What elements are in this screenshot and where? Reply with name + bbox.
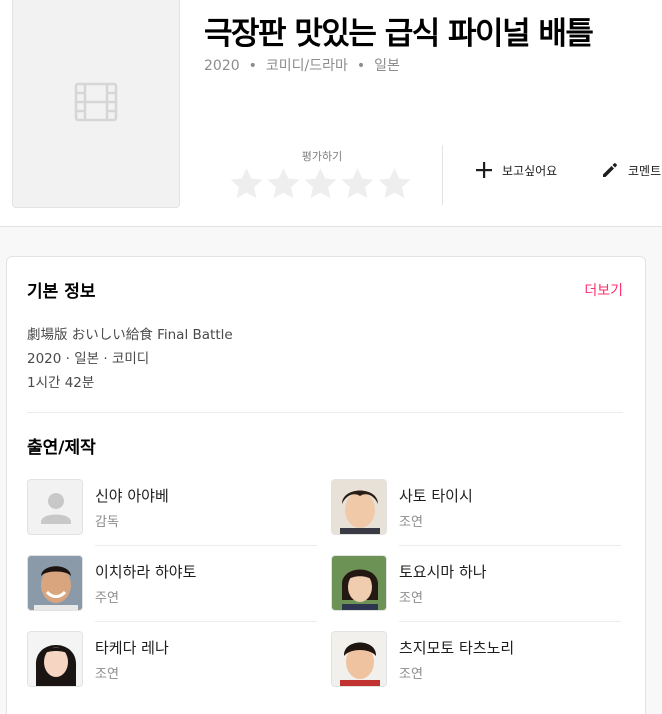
cast-name: 사토 타이시 xyxy=(399,487,473,505)
row-divider xyxy=(95,621,317,622)
movie-header: 극장판 맛있는 급식 파이널 배틀 2020 • 코미디/드라마 • 일본 평가하기 보… xyxy=(0,0,662,227)
avatar xyxy=(27,555,83,611)
cast-name: 토요시마 하나 xyxy=(399,563,487,581)
meta-dot: • xyxy=(248,58,257,74)
avatar xyxy=(27,479,83,535)
more-link[interactable]: 더보기 xyxy=(584,280,623,300)
plus-icon xyxy=(476,162,492,178)
pencil-icon xyxy=(603,163,617,177)
avatar xyxy=(27,631,83,687)
cast-name: 타케다 레나 xyxy=(95,639,169,657)
man-photo xyxy=(28,556,82,610)
person-placeholder-icon xyxy=(41,493,71,524)
star-icon[interactable] xyxy=(376,164,413,204)
row-divider xyxy=(399,621,621,622)
boy-photo xyxy=(332,480,386,534)
movie-country: 일본 xyxy=(374,58,400,74)
cast-role: 주연 xyxy=(95,591,119,606)
movie-title: 극장판 맛있는 급식 파이널 배틀 xyxy=(204,16,594,52)
header-divider xyxy=(442,145,443,205)
basic-info-card: 기본 정보 더보기 劇場版 おいしい給食 Final Battle 2020 ·… xyxy=(6,256,646,714)
woman-photo xyxy=(28,632,82,686)
info-summary: 2020 · 일본 · 코미디 xyxy=(27,351,150,367)
meta-dot: • xyxy=(356,58,366,74)
star-icon[interactable] xyxy=(265,164,302,204)
cast-role: 조연 xyxy=(95,667,119,682)
row-divider xyxy=(95,545,317,546)
rating-label: 평가하기 xyxy=(301,150,343,163)
avatar xyxy=(331,479,387,535)
basic-info-content: 劇場版 おいしい給食 Final Battle 2020 · 일본 · 코미디 … xyxy=(27,323,233,395)
movie-genre: 코미디/드라마 xyxy=(265,58,348,74)
poster-placeholder xyxy=(12,0,180,208)
movie-meta: 2020 • 코미디/드라마 • 일본 xyxy=(204,55,400,75)
cast-name: 이치하라 하야토 xyxy=(95,563,197,581)
cast-section-title: 출연/제작 xyxy=(27,438,96,458)
section-divider xyxy=(27,412,623,413)
boy2-photo xyxy=(332,632,386,686)
cast-role: 조연 xyxy=(399,591,423,606)
comment-button[interactable]: 코멘트 xyxy=(600,160,661,180)
cast-item[interactable]: 토요시마 하나 조연 xyxy=(331,555,621,631)
cast-name: 신야 아야베 xyxy=(95,487,169,505)
avatar xyxy=(331,555,387,611)
cast-item[interactable]: 사토 타이시 조연 xyxy=(331,479,621,555)
runtime: 1시간 42분 xyxy=(27,375,95,391)
cast-role: 감독 xyxy=(95,515,119,530)
cast-role: 조연 xyxy=(399,667,423,682)
girl-photo xyxy=(332,556,386,610)
star-icon[interactable] xyxy=(339,164,376,204)
movie-year: 2020 xyxy=(204,58,240,74)
cast-item[interactable]: 이치하라 하야토 주연 xyxy=(27,555,317,631)
row-divider xyxy=(399,545,621,546)
avatar xyxy=(331,631,387,687)
want-to-watch-label: 보고싶어요 xyxy=(502,163,558,178)
cast-item[interactable]: 츠지모토 타츠노리 조연 xyxy=(331,631,621,707)
original-title: 劇場版 おいしい給食 Final Battle xyxy=(27,327,233,343)
cast-name: 츠지모토 타츠노리 xyxy=(399,639,515,657)
cast-item[interactable]: 타케다 레나 조연 xyxy=(27,631,317,707)
film-icon xyxy=(74,82,118,122)
comment-label: 코멘트 xyxy=(628,163,662,178)
basic-info-title: 기본 정보 xyxy=(27,282,96,302)
star-icon[interactable] xyxy=(302,164,339,204)
want-to-watch-button[interactable]: 보고싶어요 xyxy=(474,160,557,180)
star-icon[interactable] xyxy=(228,164,265,204)
cast-role: 조연 xyxy=(399,515,423,530)
cast-item[interactable]: 신야 아야베 감독 xyxy=(27,479,317,555)
rating-stars[interactable] xyxy=(228,164,413,204)
